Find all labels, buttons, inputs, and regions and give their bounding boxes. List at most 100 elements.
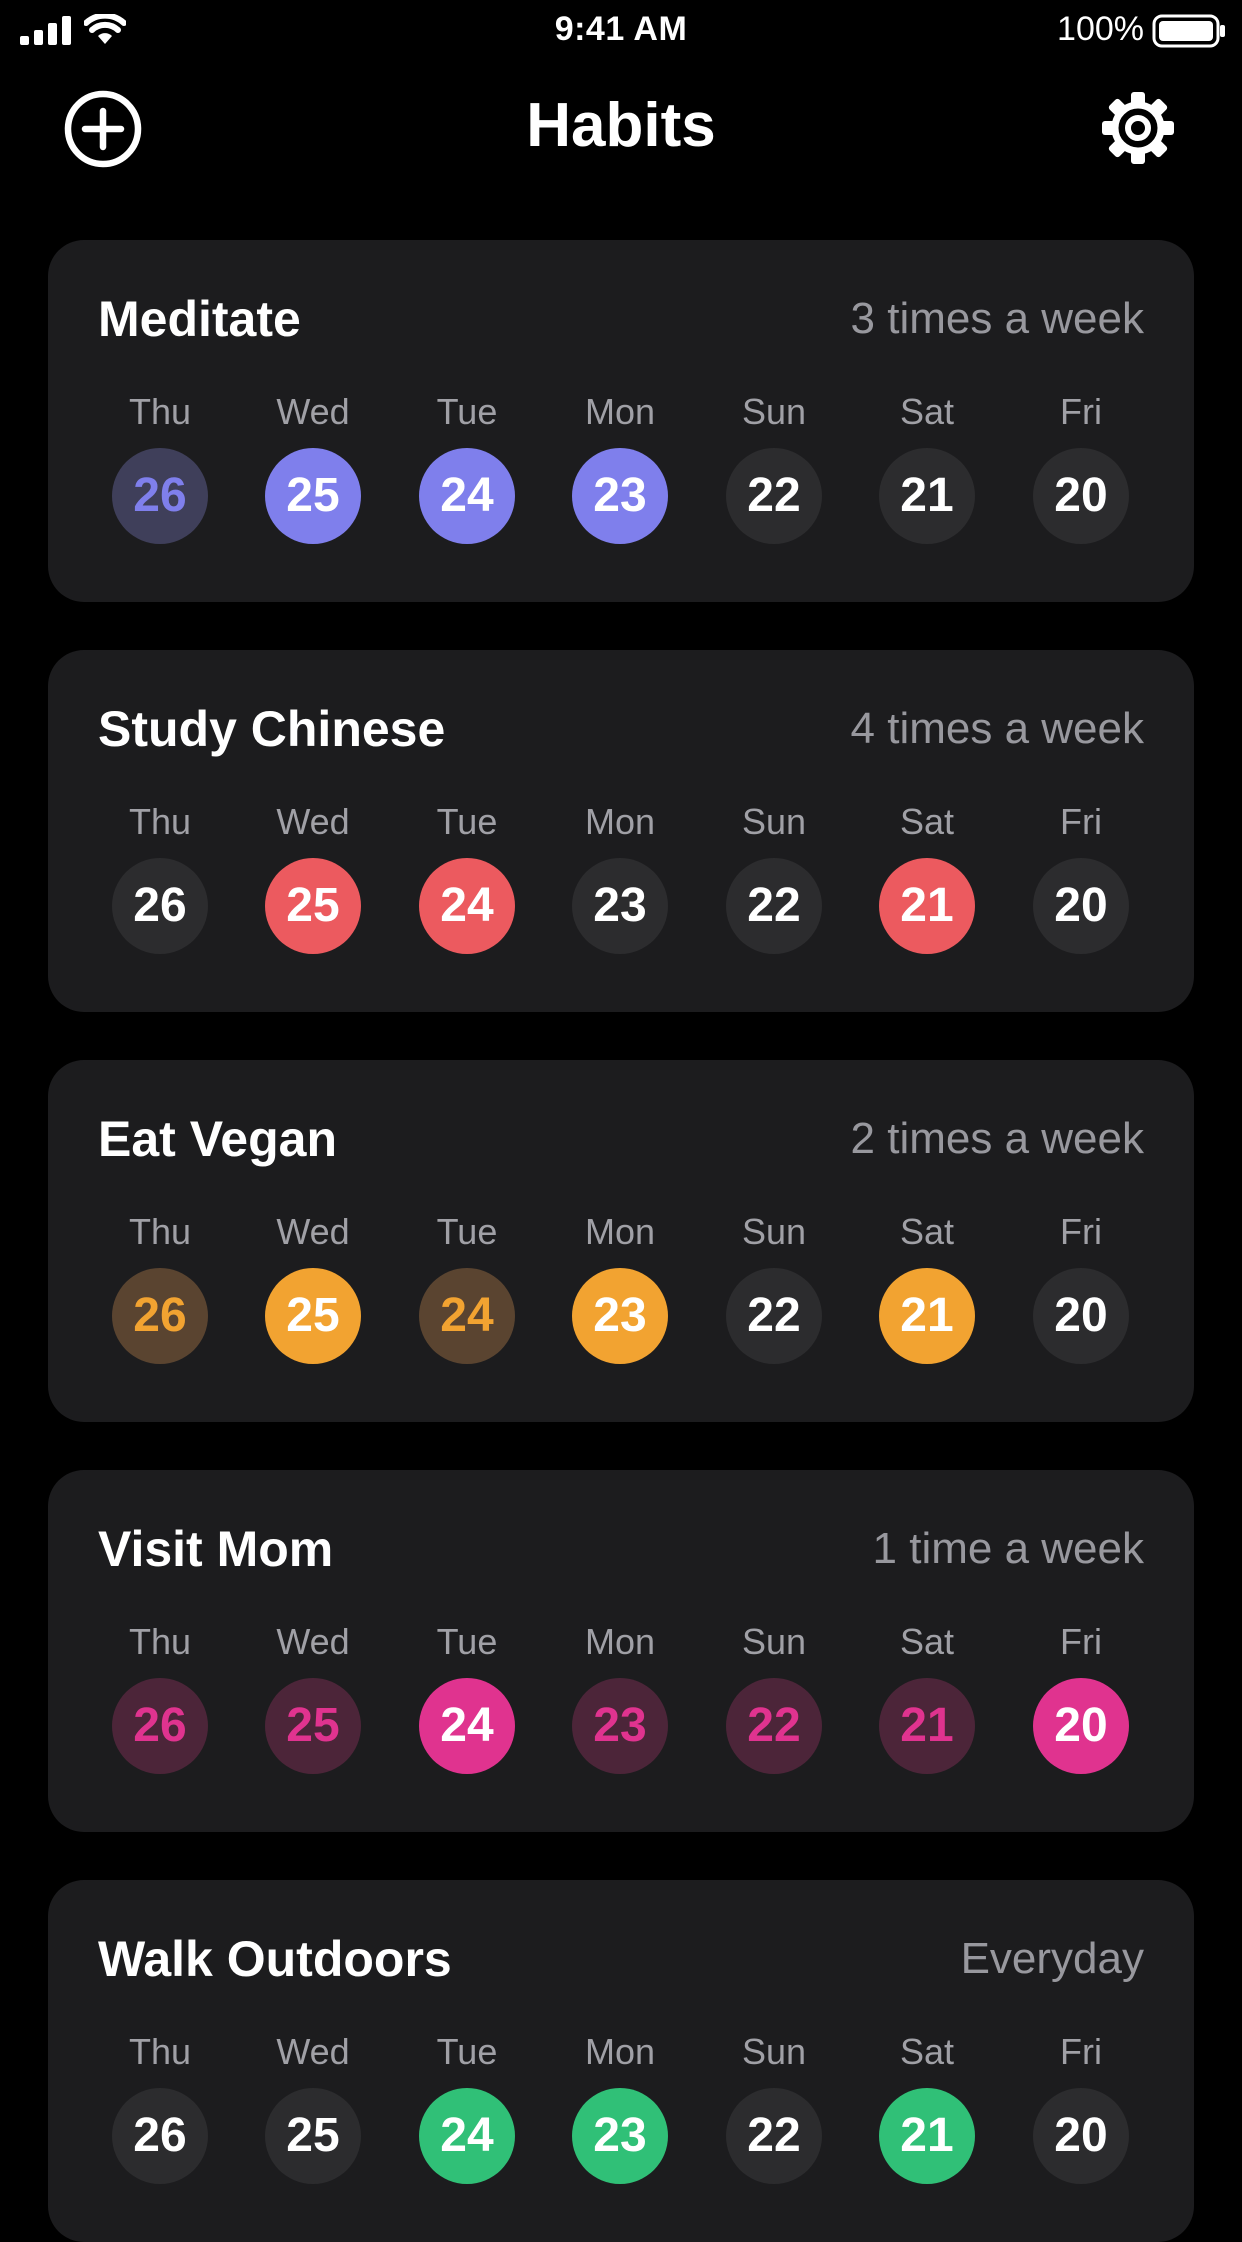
day-label: Sat [899,1211,955,1252]
day-circle[interactable]: 23 [572,1678,668,1774]
day-circle[interactable]: 25 [265,448,361,544]
day-label: Sun [741,801,807,842]
day-label: Thu [128,801,192,842]
nav-bar: Habits [0,62,1242,192]
day-label: Thu [128,391,192,432]
day-circle[interactable]: 22 [726,1678,822,1774]
day-cell: Wed 25 [265,800,361,960]
day-circle[interactable]: 24 [419,2088,515,2184]
day-circle[interactable]: 26 [112,1268,208,1364]
gear-icon[interactable] [1098,88,1178,168]
day-cell: Sun 22 [726,1620,822,1780]
habit-title: Meditate [98,291,301,347]
day-cell: Thu 26 [112,1620,208,1780]
habit-card-study-chinese[interactable]: Study Chinese 4 times a week Thu 26 Wed 25… [48,650,1194,1012]
day-circle[interactable]: 20 [1033,2088,1129,2184]
day-cell: Thu 26 [112,1210,208,1370]
day-cell: Thu 26 [112,390,208,550]
day-circle[interactable]: 23 [572,1268,668,1364]
day-label: Tue [436,1621,498,1662]
day-cell: Sat 21 [879,1210,975,1370]
day-cell: Sun 22 [726,390,822,550]
habit-card-eat-vegan[interactable]: Eat Vegan 2 times a week Thu 26 Wed 25 Tue… [48,1060,1194,1422]
day-circle[interactable]: 21 [879,1678,975,1774]
day-circle[interactable]: 21 [879,2088,975,2184]
day-cell: Fri 20 [1033,390,1129,550]
day-circle[interactable]: 24 [419,1268,515,1364]
day-cell: Sun 22 [726,2030,822,2190]
habit-title: Walk Outdoors [98,1931,452,1987]
day-circle[interactable]: 22 [726,1268,822,1364]
day-circle[interactable]: 22 [726,2088,822,2184]
day-cell: Wed 25 [265,390,361,550]
day-label: Tue [436,801,498,842]
day-circle[interactable]: 25 [265,2088,361,2184]
day-cell: Sat 21 [879,800,975,960]
day-cell: Mon 23 [572,2030,668,2190]
day-label: Tue [436,391,498,432]
day-cell: Mon 23 [572,1620,668,1780]
habit-title: Visit Mom [98,1521,334,1577]
day-circle[interactable]: 22 [726,448,822,544]
day-cell: Mon 23 [572,800,668,960]
day-label: Thu [128,2031,192,2072]
habit-card-walk-outdoors[interactable]: Walk Outdoors Everyday Thu 26 Wed 25 Tue 24… [48,1880,1194,2242]
day-circle[interactable]: 20 [1033,1268,1129,1364]
page-title: Habits [526,91,716,160]
day-label: Fri [1060,1621,1102,1662]
day-circle[interactable]: 26 [112,448,208,544]
day-circle[interactable]: 20 [1033,448,1129,544]
day-label: Fri [1060,801,1102,842]
battery-icon [1152,14,1225,48]
day-label: Mon [584,1211,656,1252]
day-label: Wed [276,1621,350,1662]
habit-title: Study Chinese [98,701,446,757]
day-cell: Fri 20 [1033,1620,1129,1780]
battery-percentage: 100% [1057,10,1144,48]
day-circle[interactable]: 20 [1033,858,1129,954]
habit-frequency: 1 time a week [872,1524,1144,1573]
day-circle[interactable]: 26 [112,2088,208,2184]
day-label: Sat [899,2031,955,2072]
day-circle[interactable]: 22 [726,858,822,954]
day-circle[interactable]: 25 [265,858,361,954]
status-time: 9:41 AM [554,10,688,48]
day-cell: Tue 24 [419,2030,515,2190]
day-label: Tue [436,2031,498,2072]
day-label: Wed [276,801,350,842]
day-circle[interactable]: 25 [265,1678,361,1774]
day-circle[interactable]: 21 [879,448,975,544]
status-bar: 9:41 AM 100% [0,0,1242,62]
day-label: Mon [584,2031,656,2072]
day-circle[interactable]: 26 [112,858,208,954]
day-circle[interactable]: 23 [572,448,668,544]
day-circle[interactable]: 24 [419,858,515,954]
habit-card-visit-mom[interactable]: Visit Mom 1 time a week Thu 26 Wed 25 Tue 2… [48,1470,1194,1832]
day-circle[interactable]: 20 [1033,1678,1129,1774]
day-label: Fri [1060,391,1102,432]
day-label: Wed [276,391,350,432]
day-circle[interactable]: 23 [572,2088,668,2184]
day-label: Sat [899,801,955,842]
day-circle[interactable]: 21 [879,858,975,954]
day-circle[interactable]: 26 [112,1678,208,1774]
day-circle[interactable]: 25 [265,1268,361,1364]
day-circle[interactable]: 24 [419,1678,515,1774]
day-cell: Sun 22 [726,1210,822,1370]
day-label: Tue [436,1211,498,1252]
day-cell: Tue 24 [419,1210,515,1370]
day-label: Sun [741,2031,807,2072]
day-circle[interactable]: 24 [419,448,515,544]
habit-title: Eat Vegan [98,1111,337,1167]
habit-card-meditate[interactable]: Meditate 3 times a week Thu 26 Wed 25 Tue 2… [48,240,1194,602]
day-circle[interactable]: 23 [572,858,668,954]
day-cell: Fri 20 [1033,1210,1129,1370]
day-cell: Sun 22 [726,800,822,960]
day-cell: Fri 20 [1033,2030,1129,2190]
day-circle[interactable]: 21 [879,1268,975,1364]
day-label: Sat [899,1621,955,1662]
day-cell: Wed 25 [265,1620,361,1780]
day-cell: Tue 24 [419,390,515,550]
day-label: Thu [128,1211,192,1252]
habit-frequency: 2 times a week [850,1114,1144,1163]
